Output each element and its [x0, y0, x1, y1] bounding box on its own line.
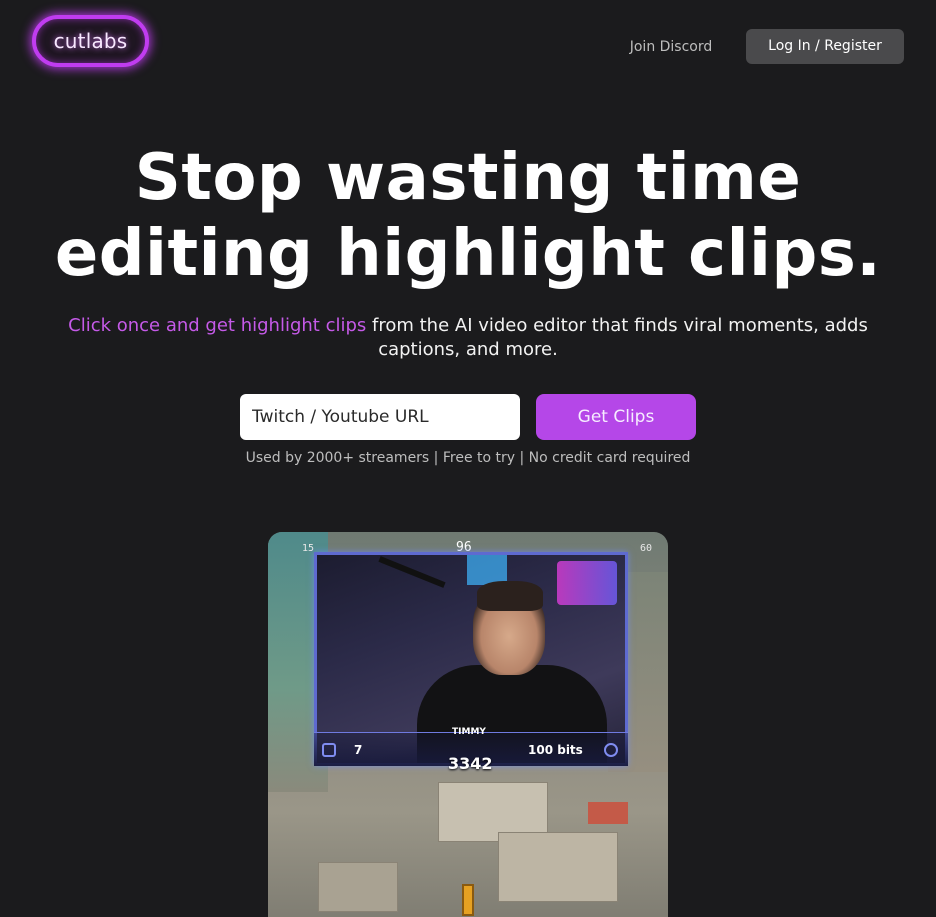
usage-note: Used by 2000+ streamers | Free to try | …	[245, 450, 691, 466]
headline-line-1: Stop wasting time	[134, 141, 802, 215]
game-score: 3342	[448, 754, 493, 773]
hero-headline: Stop wasting time editing highlight clip…	[0, 140, 936, 292]
subheadline-text: from the AI video editor that finds vira…	[366, 315, 868, 360]
building	[318, 862, 398, 912]
logo-text: cutlabs	[53, 29, 128, 53]
join-discord-link[interactable]: Join Discord	[612, 34, 730, 60]
headline-line-2: editing highlight clips.	[54, 217, 882, 291]
mic-arm	[378, 556, 446, 588]
subheadline-accent: Click once and get highlight clips	[68, 315, 367, 336]
hud-left-value: 7	[354, 743, 363, 757]
hero-subheadline: Click once and get highlight clips from …	[60, 314, 876, 362]
follower-icon	[322, 743, 336, 757]
rgb-light	[557, 561, 617, 605]
building	[498, 832, 618, 902]
red-roof	[588, 802, 628, 824]
cutlabs-logo[interactable]: cutlabs	[32, 15, 149, 67]
get-clips-button[interactable]: Get Clips	[536, 394, 696, 440]
game-marker	[462, 884, 474, 916]
hud-bits-value: 100 bits	[528, 743, 583, 757]
login-register-button[interactable]: Log In / Register	[746, 29, 904, 64]
compass-right-value: 60	[640, 543, 653, 554]
streamer-hair	[477, 581, 543, 611]
compass-left-value: 15	[302, 543, 315, 554]
streamer-name: TIMMY	[452, 727, 486, 737]
landing-page: cutlabs Join Discord Log In / Register S…	[0, 0, 936, 917]
video-preview[interactable]: 15 96 60 TIMMY 7 100 bits 3342	[268, 532, 668, 917]
bits-icon	[604, 743, 618, 757]
url-input[interactable]	[240, 394, 520, 440]
